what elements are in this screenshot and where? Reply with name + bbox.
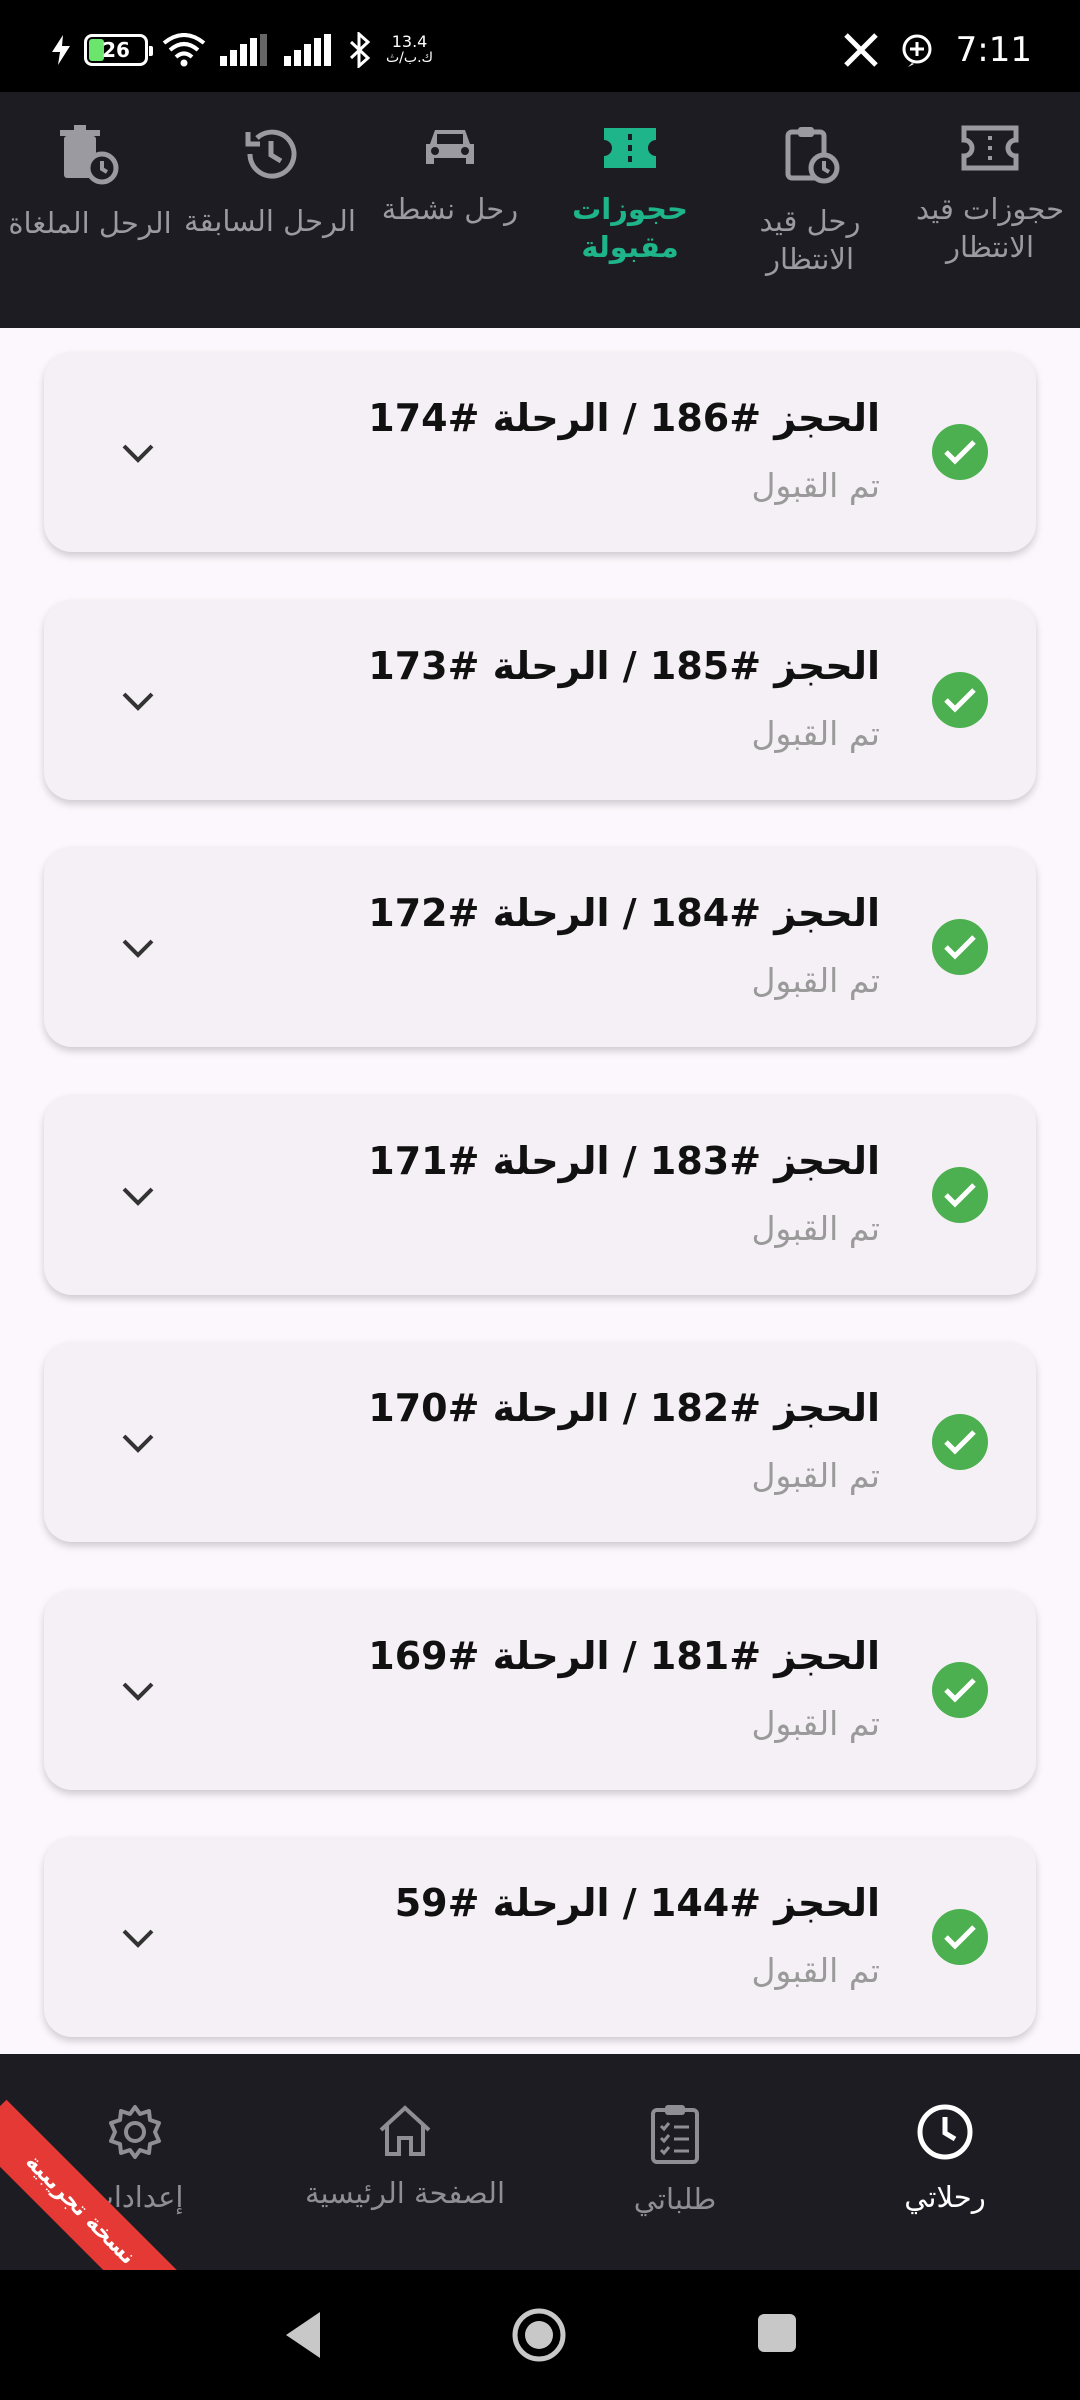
chevron-down-icon[interactable]	[118, 1676, 158, 1704]
car-icon	[426, 130, 474, 164]
check-circle-icon	[932, 1167, 988, 1223]
network-speed-unit: ك.ب/ث	[386, 50, 434, 66]
status-left: 26 13.4 ك.ب/ث	[52, 30, 433, 70]
check-circle-icon	[932, 672, 988, 728]
tab-active-trips[interactable]: رحل نشطة	[360, 124, 540, 324]
network-speed: 13.4 ك.ب/ث	[386, 32, 434, 67]
booking-card[interactable]: الحجز #183 / الرحلة #171 تم القبول	[44, 1095, 1036, 1295]
booking-status: تم القبول	[751, 1456, 880, 1495]
tab-label: رحل قيد الانتظار	[759, 204, 861, 276]
booking-title: الحجز #185 / الرحلة #173	[368, 644, 880, 688]
tab-label: رحل نشطة	[381, 192, 519, 226]
clock-time: 7:11	[955, 30, 1032, 70]
gear-icon	[109, 2105, 161, 2159]
chevron-down-icon[interactable]	[118, 1923, 158, 1951]
booking-card[interactable]: الحجز #185 / الرحلة #173 تم القبول	[44, 600, 1036, 800]
booking-status: تم القبول	[751, 1209, 880, 1248]
booking-status: تم القبول	[751, 961, 880, 1000]
booking-card[interactable]: الحجز #184 / الرحلة #172 تم القبول	[44, 847, 1036, 1047]
status-right: 7:11	[843, 30, 1032, 70]
booking-title: الحجز #183 / الرحلة #171	[368, 1139, 880, 1183]
chevron-down-icon[interactable]	[118, 438, 158, 466]
home-button-icon[interactable]	[510, 2306, 568, 2364]
signal-icon-2	[284, 34, 331, 66]
nav-home[interactable]: الصفحة الرئيسية	[270, 2102, 540, 2210]
booking-card[interactable]: الحجز #186 / الرحلة #174 تم القبول	[44, 352, 1036, 552]
nav-my-trips[interactable]: رحلاتي	[810, 2102, 1080, 2214]
chevron-down-icon[interactable]	[118, 686, 158, 714]
tab-past-trips[interactable]: الرحل السابقة	[180, 124, 360, 324]
trash-clock-icon	[60, 125, 119, 185]
tab-pending-bookings[interactable]: حجوزات قيد الانتظار	[900, 124, 1080, 324]
booking-card[interactable]: الحجز #182 / الرحلة #170 تم القبول	[44, 1342, 1036, 1542]
tab-label: حجوزات قيد الانتظار	[915, 192, 1065, 264]
recents-icon[interactable]	[756, 2312, 798, 2354]
bluetooth-icon	[349, 32, 371, 68]
signal-icon-1	[220, 34, 267, 66]
check-circle-icon	[932, 1414, 988, 1470]
tab-accepted-bookings[interactable]: حجوزات مقبولة	[540, 124, 720, 324]
system-nav-bar	[0, 2270, 1080, 2400]
ticket-filled-icon	[604, 128, 656, 168]
tab-label: الرحل السابقة	[184, 204, 356, 238]
check-circle-icon	[932, 1909, 988, 1965]
status-bar: 26 13.4 ك.ب/ث 7:11	[0, 0, 1080, 92]
clock-icon	[917, 2104, 973, 2160]
booking-title: الحجز #181 / الرحلة #169	[368, 1634, 880, 1678]
home-icon	[379, 2105, 431, 2156]
battery-level: 26	[102, 38, 130, 62]
check-circle-icon	[932, 919, 988, 975]
check-circle-icon	[932, 424, 988, 480]
chevron-down-icon[interactable]	[118, 933, 158, 961]
back-icon[interactable]	[282, 2310, 324, 2360]
nav-label: رحلاتي	[904, 2180, 986, 2214]
nav-label: الصفحة الرئيسية	[304, 2176, 506, 2210]
ticket-icon	[961, 125, 1019, 171]
booking-card[interactable]: الحجز #181 / الرحلة #169 تم القبول	[44, 1590, 1036, 1790]
chevron-down-icon[interactable]	[118, 1428, 158, 1456]
history-icon	[245, 129, 297, 179]
booking-title: الحجز #186 / الرحلة #174	[368, 396, 880, 440]
nav-label: طلباتي	[633, 2182, 717, 2216]
booking-title: الحجز #182 / الرحلة #170	[368, 1386, 880, 1430]
wifi-icon	[162, 33, 206, 67]
chevron-down-icon[interactable]	[118, 1181, 158, 1209]
clipboard-list-icon	[651, 2105, 699, 2164]
booking-status: تم القبول	[751, 466, 880, 505]
top-tabs: حجوزات قيد الانتظار رحل قيد الانتظار حجو…	[0, 92, 1080, 328]
booking-title: الحجز #184 / الرحلة #172	[368, 891, 880, 935]
bottom-nav: رحلاتي طلباتي الصفحة الرئيسية إعدادات نس…	[0, 2054, 1080, 2270]
x-app-icon	[843, 33, 878, 67]
nav-my-requests[interactable]: طلباتي	[540, 2102, 810, 2216]
clipboard-clock-icon	[785, 127, 840, 184]
tab-cancelled-trips[interactable]: الرحل الملغاة	[0, 124, 180, 324]
booking-status: تم القبول	[751, 1704, 880, 1743]
booking-status: تم القبول	[751, 714, 880, 753]
booking-title: الحجز #144 / الرحلة #59	[394, 1881, 880, 1925]
tab-pending-trips[interactable]: رحل قيد الانتظار	[720, 124, 900, 324]
booking-status: تم القبول	[751, 1951, 880, 1990]
battery-indicator: 26	[84, 34, 153, 66]
tab-label: الرحل الملغاة	[8, 206, 172, 240]
notification-icon	[902, 34, 932, 67]
tab-label: حجوزات مقبولة	[572, 192, 688, 264]
charging-icon	[52, 35, 70, 65]
check-circle-icon	[932, 1662, 988, 1718]
network-speed-value: 13.4	[391, 32, 428, 51]
booking-card[interactable]: الحجز #144 / الرحلة #59 تم القبول	[44, 1837, 1036, 2037]
